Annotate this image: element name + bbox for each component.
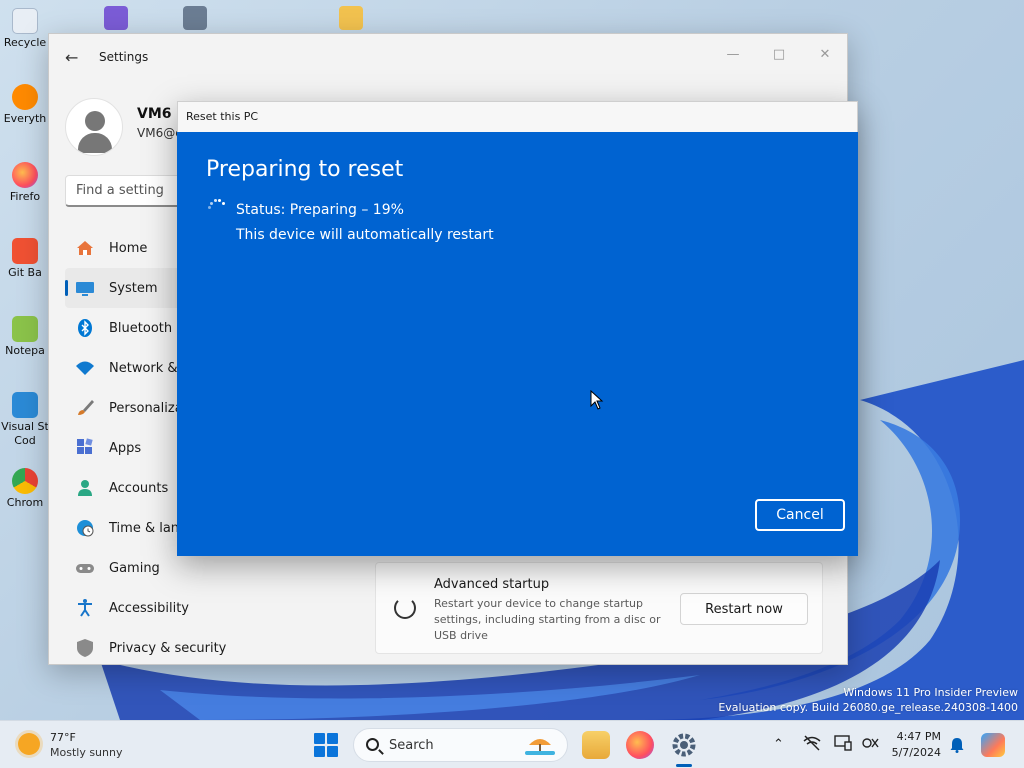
- taskbar-search-label: Search: [389, 738, 434, 753]
- user-name: VM6: [137, 106, 172, 122]
- git-bash-icon: [12, 238, 38, 264]
- desktop-icon-label: Firefo: [9, 190, 41, 203]
- nav-label: Accounts: [109, 480, 169, 496]
- active-app-indicator: [676, 764, 692, 767]
- vscode-icon: [12, 392, 38, 418]
- desktop-icon-recycle-bin[interactable]: Recycle: [0, 8, 50, 49]
- back-arrow-icon[interactable]: ←: [65, 48, 78, 67]
- power-restart-icon: [394, 597, 416, 619]
- desktop-icon-label: Chrom: [6, 496, 44, 509]
- chrome-icon: [12, 468, 38, 494]
- minimize-icon[interactable]: —: [713, 40, 753, 70]
- dialog-title: Reset this PC: [186, 110, 259, 123]
- nav-label: Apps: [109, 440, 142, 456]
- copilot-icon[interactable]: [981, 733, 1005, 757]
- desktop-icon-label: Recycle: [3, 36, 47, 49]
- nav-item-accessibility[interactable]: Accessibility: [65, 588, 365, 628]
- weather-condition: Mostly sunny: [50, 746, 123, 759]
- clock-date[interactable]: 5/7/2024: [887, 746, 941, 759]
- advanced-startup-card: Advanced startup Restart your device to …: [375, 562, 823, 654]
- dialog-titlebar: Reset this PC: [177, 101, 858, 132]
- taskbar: 77°F Mostly sunny Search ⌃ 4:47 PM 5/7/2…: [0, 720, 1024, 768]
- chevron-up-icon[interactable]: ⌃: [773, 737, 784, 752]
- nav-label: Network &: [109, 360, 178, 376]
- settings-titlebar: ← Settings — □ ✕: [49, 34, 847, 82]
- search-icon: [366, 738, 379, 751]
- maximize-icon[interactable]: □: [759, 40, 799, 70]
- desktop-icon-notepad[interactable]: Notepa: [0, 316, 50, 357]
- file-explorer-icon[interactable]: [582, 731, 610, 759]
- desktop-icon-label: Git Ba: [8, 266, 42, 279]
- loading-spinner-icon: [207, 198, 225, 216]
- advanced-startup-description: Restart your device to change startup se…: [434, 597, 661, 642]
- desktop-icon-chrome[interactable]: Chrom: [0, 468, 50, 509]
- desktop-icon-label: Notepa: [5, 344, 45, 357]
- apps-icon: [75, 438, 95, 458]
- watermark-line: Windows 11 Pro Insider Preview: [843, 686, 1018, 699]
- battery-saver-icon[interactable]: [861, 735, 879, 755]
- start-button[interactable]: [314, 733, 338, 757]
- nav-item-privacy-security[interactable]: Privacy & security: [65, 628, 365, 668]
- dialog-heading: Preparing to reset: [206, 157, 404, 182]
- desktop-icon-firefox[interactable]: Firefo: [0, 162, 50, 203]
- reset-status-text: Status: Preparing – 19%: [236, 202, 404, 218]
- desktop-icon-everything[interactable]: Everyth: [0, 84, 50, 125]
- screen-cast-icon[interactable]: [834, 735, 852, 755]
- restart-note: This device will automatically restart: [236, 227, 494, 243]
- window-title: Settings: [99, 50, 149, 64]
- accounts-icon: [75, 478, 95, 498]
- beach-umbrella-icon: [525, 739, 555, 755]
- nav-label: Bluetooth &: [109, 320, 187, 336]
- gamepad-icon: [75, 558, 95, 578]
- desktop-icon-label: Everyth: [3, 112, 47, 125]
- close-icon[interactable]: ✕: [805, 40, 845, 70]
- mouse-cursor-icon: [590, 390, 604, 410]
- weather-widget[interactable]: 77°F Mostly sunny: [18, 729, 158, 761]
- shield-icon: [75, 638, 95, 658]
- evaluation-watermark: Windows 11 Pro Insider Preview Evaluatio…: [718, 685, 1018, 715]
- system-icon: [75, 278, 95, 298]
- spreadsheet-app-icon[interactable]: [183, 6, 207, 30]
- nav-label: Accessibility: [109, 600, 189, 616]
- accessibility-icon: [75, 598, 95, 618]
- weather-temperature: 77°F: [50, 731, 76, 744]
- desktop-icon-vscode[interactable]: Visual St Cod: [0, 392, 50, 448]
- nav-label: Personaliza: [109, 400, 183, 416]
- cancel-button[interactable]: Cancel: [755, 499, 845, 531]
- nav-label: Gaming: [109, 560, 160, 576]
- globe-clock-icon: [75, 518, 95, 538]
- everything-search-icon: [12, 84, 38, 110]
- wifi-icon: [75, 358, 95, 378]
- bluetooth-icon: [75, 318, 95, 338]
- clock-time[interactable]: 4:47 PM: [893, 730, 941, 743]
- brush-icon: [75, 398, 95, 418]
- home-icon: [75, 238, 95, 258]
- firefox-icon: [12, 162, 38, 188]
- notification-bell-icon[interactable]: [950, 737, 964, 753]
- notepad-icon: [12, 316, 38, 342]
- recycle-bin-icon: [12, 8, 38, 34]
- desktop-icon-label: Visual St Cod: [1, 420, 49, 447]
- watermark-line: Evaluation copy. Build 26080.ge_release.…: [718, 701, 1018, 714]
- avatar: [65, 98, 123, 156]
- nav-label: System: [109, 280, 158, 296]
- sun-icon: [18, 733, 40, 755]
- nav-label: Privacy & security: [109, 640, 227, 656]
- nav-label: Time & lang: [109, 520, 188, 536]
- nav-label: Home: [109, 240, 148, 256]
- desktop-icon-git-bash[interactable]: Git Ba: [0, 238, 50, 279]
- settings-gear-icon[interactable]: [670, 731, 698, 759]
- restart-now-button[interactable]: Restart now: [680, 593, 808, 625]
- dialog-body: Preparing to reset Status: Preparing – 1…: [177, 132, 858, 556]
- advanced-startup-title: Advanced startup: [434, 577, 550, 592]
- taskbar-search[interactable]: Search: [353, 728, 568, 762]
- network-off-icon[interactable]: [803, 735, 821, 755]
- reset-pc-dialog: Reset this PC Preparing to reset Status:…: [177, 101, 858, 556]
- visual-studio-preview-icon[interactable]: [104, 6, 128, 30]
- firefox-taskbar-icon[interactable]: [626, 731, 654, 759]
- folder-icon[interactable]: [339, 6, 363, 30]
- user-email: VM6@c: [137, 126, 182, 140]
